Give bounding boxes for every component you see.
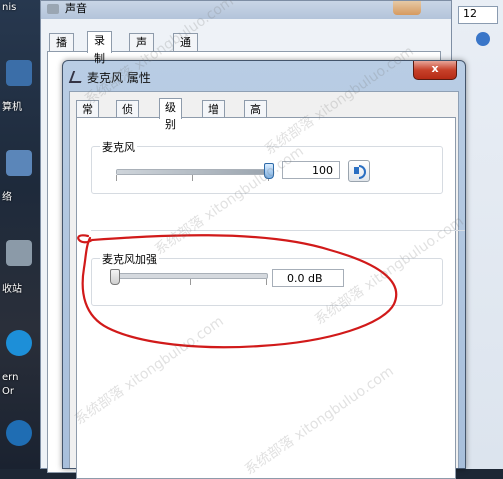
slider-tick bbox=[116, 175, 117, 181]
microphone-level-track[interactable] bbox=[116, 169, 270, 175]
background-window-field: 12 bbox=[458, 6, 498, 24]
tab-advanced[interactable]: 高级 bbox=[244, 100, 267, 133]
slider-tick bbox=[266, 279, 267, 285]
microphone-icon bbox=[68, 71, 86, 83]
speaker-icon bbox=[47, 4, 59, 14]
desktop-label: Or bbox=[2, 386, 14, 397]
sound-window-title: 声音 bbox=[65, 2, 87, 15]
sound-window-titlebar[interactable]: 声音 bbox=[41, 1, 451, 19]
slider-tick bbox=[190, 279, 191, 285]
dialog-body: 常规 侦听 级别 增强 高级 麦克风 100 bbox=[69, 91, 465, 479]
desktop-label: 络 bbox=[2, 192, 12, 203]
desktop-label: nis bbox=[2, 2, 17, 13]
computer-icon[interactable] bbox=[6, 60, 32, 86]
tab-levels[interactable]: 级别 bbox=[159, 98, 182, 131]
tab-playback[interactable]: 播放 bbox=[49, 33, 74, 67]
microphone-level-value[interactable]: 100 bbox=[282, 161, 340, 179]
paw-icon[interactable] bbox=[476, 32, 490, 46]
tab-sounds[interactable]: 声音 bbox=[129, 33, 154, 67]
desktop-strip: nis 算机 络 收站 ern Or bbox=[0, 0, 40, 469]
internet-explorer-icon[interactable] bbox=[6, 330, 32, 356]
microphone-boost-label: 麦克风加强 bbox=[100, 251, 159, 267]
microphone-level-label: 麦克风 bbox=[100, 139, 137, 155]
microphone-boost-value[interactable]: 0.0 dB bbox=[272, 269, 344, 287]
tab-recording[interactable]: 录制 bbox=[87, 31, 112, 65]
recycle-bin-icon[interactable] bbox=[6, 240, 32, 266]
separator bbox=[91, 230, 465, 231]
desktop-label: 算机 bbox=[2, 102, 22, 113]
microphone-boost-group: 麦克风加强 0.0 dB bbox=[91, 251, 443, 306]
tab-listen[interactable]: 侦听 bbox=[116, 100, 139, 133]
sound-wave-icon bbox=[359, 165, 366, 179]
tab-communications[interactable]: 通信 bbox=[173, 33, 198, 67]
microphone-boost-track[interactable] bbox=[114, 273, 268, 279]
mute-button[interactable] bbox=[348, 160, 370, 182]
close-button[interactable]: x bbox=[413, 61, 457, 80]
network-icon[interactable] bbox=[6, 150, 32, 176]
desktop-label: 收站 bbox=[2, 284, 22, 295]
microphone-level-slider[interactable] bbox=[264, 163, 274, 179]
dialog-titlebar[interactable]: 麦克风 属性 x bbox=[63, 61, 465, 91]
microphone-boost-slider[interactable] bbox=[110, 269, 120, 285]
microphone-level-fill bbox=[117, 170, 269, 174]
slider-tick bbox=[192, 175, 193, 181]
microphone-properties-dialog: 麦克风 属性 x 常规 侦听 级别 增强 高级 麦克风 100 bbox=[62, 60, 466, 479]
close-icon[interactable] bbox=[393, 1, 421, 15]
tab-general[interactable]: 常规 bbox=[76, 100, 99, 133]
microphone-level-group: 麦克风 100 bbox=[91, 139, 443, 194]
dialog-title: 麦克风 属性 bbox=[87, 71, 151, 85]
tab-enhancements[interactable]: 增强 bbox=[202, 100, 225, 133]
app-icon[interactable] bbox=[6, 420, 32, 446]
desktop-label: ern bbox=[2, 372, 19, 383]
levels-panel: 麦克风 100 麦克风加强 0.0 dB bbox=[76, 117, 465, 479]
